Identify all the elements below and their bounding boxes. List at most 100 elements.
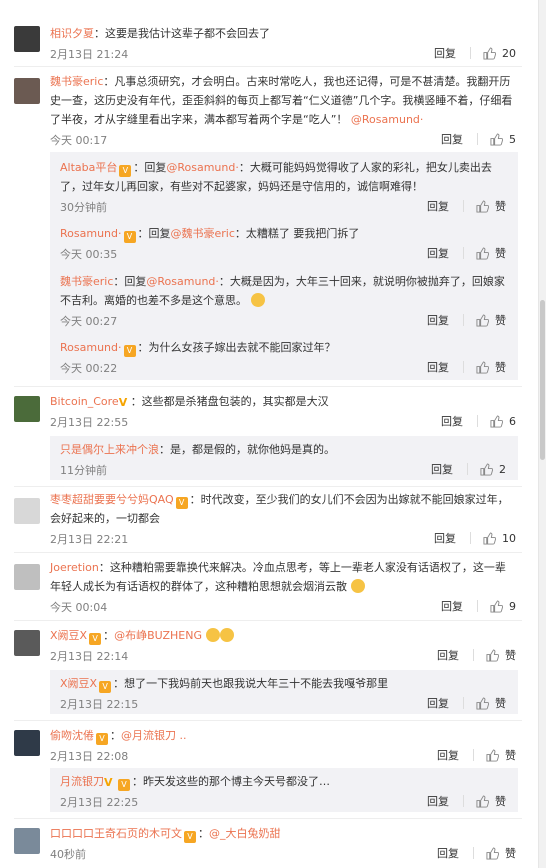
reply-username[interactable]: 魏书豪eric	[60, 275, 113, 288]
mention-link[interactable]: @魏书豪eric	[171, 227, 235, 240]
thumbs-up-icon	[486, 648, 499, 662]
like-count: 6	[509, 414, 516, 428]
like-button[interactable]: 赞	[486, 845, 516, 861]
like-button[interactable]: 赞	[476, 198, 506, 214]
divider	[14, 620, 522, 621]
avatar[interactable]	[14, 396, 40, 422]
verified-icon: V	[118, 396, 128, 409]
reply-button[interactable]: 回复	[434, 530, 456, 546]
reply-text: ：想了一下我妈前天也跟我说大年三十不能去我嘎爷那里	[113, 677, 389, 690]
avatar[interactable]	[14, 730, 40, 756]
comment-username[interactable]: 相识夕夏	[50, 27, 94, 40]
reply-text: ：为什么女孩子嫁出去就不能回家过年？	[137, 341, 336, 354]
reply-button[interactable]: 回复	[441, 413, 463, 429]
reply-button[interactable]: 回复	[427, 312, 449, 328]
vip-badge-icon: V	[123, 231, 136, 243]
reply-text: ：昨天发这些的那个博主今天号都没了…	[132, 775, 330, 788]
mention-link[interactable]: @Rosamund·	[351, 113, 424, 126]
comment-username[interactable]: 偷吻沈倦	[50, 729, 94, 742]
reply-button[interactable]: 回复	[437, 647, 459, 663]
like-button[interactable]: 2	[480, 463, 506, 476]
comment-text: ：这要是我估计这辈子都不会回去了	[94, 27, 270, 40]
avatar[interactable]	[14, 828, 40, 854]
reply-username[interactable]: Rosamund·	[60, 227, 122, 240]
vip-badge-icon: V	[119, 165, 132, 177]
thumbs-up-icon	[490, 414, 503, 428]
scrollbar[interactable]	[539, 0, 546, 868]
reply-username[interactable]: X阙豆X	[60, 677, 97, 690]
thumbs-up-icon	[476, 794, 489, 808]
thumbs-up-icon	[490, 599, 503, 613]
reply-button[interactable]: 回复	[427, 359, 449, 375]
reply-time: 今天 00:27	[60, 315, 118, 328]
avatar[interactable]	[14, 630, 40, 656]
emoji-icon	[250, 293, 265, 307]
thumbs-up-icon	[480, 462, 493, 476]
reply-username[interactable]: 只是偶尔上来冲个浪	[60, 443, 159, 456]
like-count: 9	[509, 599, 516, 613]
comment-username[interactable]: X阙豆X	[50, 629, 87, 642]
reply-thread: X阙豆X V ：想了一下我妈前天也跟我说大年三十不能去我嘎爷那里 2月13日 22:…	[50, 670, 518, 714]
reply-thread: 月流银刀V V ：昨天发这些的那个博主今天号都没了… 2月13日 22:25 回复 …	[50, 768, 518, 812]
reply-text: ：是，都是假的，就你他妈是真的。	[159, 443, 335, 456]
comment-username[interactable]: Joeretion	[50, 561, 99, 574]
mention-link[interactable]: @Rosamund·	[146, 275, 219, 288]
comment-username[interactable]: 口口口口王奇石页的木可文	[50, 827, 182, 840]
mention-link[interactable]: @Rosamund·	[166, 161, 239, 174]
like-button[interactable]: 赞	[476, 359, 506, 375]
comment-time: 2月13日 21:24	[50, 48, 129, 61]
mention-link[interactable]: @月流银刀 ..	[121, 729, 187, 742]
avatar[interactable]	[14, 498, 40, 524]
thumbs-up-icon	[483, 46, 496, 60]
reply-time: 30分钟前	[60, 201, 107, 214]
reply-item: X阙豆X V ：想了一下我妈前天也跟我说大年三十不能去我嘎爷那里 2月13日 22:…	[60, 674, 506, 713]
comment-username[interactable]: 枣枣超甜要要兮兮妈QAQ	[50, 493, 174, 506]
verified-icon: V	[104, 776, 113, 789]
reply-item: Rosamund· V ：回复@魏书豪eric：太糟糕了 要我把门拆了 今天 00:…	[60, 227, 506, 261]
like-button[interactable]: 赞	[476, 312, 506, 328]
reply-button[interactable]: 回复	[427, 793, 449, 809]
thumbs-up-icon	[483, 531, 496, 545]
like-button[interactable]: 20	[483, 47, 516, 60]
reply-button[interactable]: 回复	[427, 245, 449, 261]
reply-item: Rosamund· V ：为什么女孩子嫁出去就不能回家过年？ 今天 00:22 回复…	[60, 338, 506, 377]
avatar[interactable]	[14, 564, 40, 590]
divider	[14, 818, 522, 819]
like-button[interactable]: 9	[490, 600, 516, 613]
mention-link[interactable]: @布峥BUZHENG	[114, 629, 202, 642]
divider	[14, 386, 522, 387]
reply-button[interactable]: 回复	[431, 461, 453, 477]
scrollbar-thumb[interactable]	[540, 300, 545, 460]
reply-username[interactable]: Rosamund·	[60, 341, 122, 354]
reply-button[interactable]: 回复	[434, 45, 456, 61]
like-button[interactable]: 10	[483, 532, 516, 545]
like-button[interactable]: 赞	[476, 695, 506, 711]
mention-link[interactable]: @_大白兔奶甜	[209, 827, 281, 840]
reply-button[interactable]: 回复	[437, 747, 459, 763]
comment-time: 今天 00:04	[50, 601, 108, 614]
thumbs-up-icon	[476, 696, 489, 710]
reply-text: ：太糟糕了 要我把门拆了	[234, 227, 360, 240]
vip-badge-icon: V	[123, 345, 136, 357]
like-button[interactable]: 6	[490, 415, 516, 428]
avatar[interactable]	[14, 78, 40, 104]
reply-button[interactable]: 回复	[427, 198, 449, 214]
divider	[14, 552, 522, 553]
comment-username[interactable]: Bitcoin_Core	[50, 395, 119, 408]
reply-username[interactable]: 月流银刀	[60, 775, 104, 788]
reply-username[interactable]: Altaba平台	[60, 161, 117, 174]
comment-username[interactable]: 魏书豪eric	[50, 75, 103, 88]
reply-time: 2月13日 22:25	[60, 796, 139, 809]
like-button[interactable]: 赞	[476, 245, 506, 261]
reply-button[interactable]: 回复	[441, 598, 463, 614]
like-button[interactable]: 赞	[486, 747, 516, 763]
avatar[interactable]	[14, 26, 40, 52]
reply-button[interactable]: 回复	[441, 131, 463, 147]
reply-button[interactable]: 回复	[427, 695, 449, 711]
reply-button[interactable]: 回复	[437, 845, 459, 861]
reply-time: 今天 00:35	[60, 248, 118, 261]
like-button[interactable]: 赞	[476, 793, 506, 809]
divider	[14, 720, 522, 721]
like-button[interactable]: 赞	[486, 647, 516, 663]
like-button[interactable]: 5	[490, 133, 516, 146]
